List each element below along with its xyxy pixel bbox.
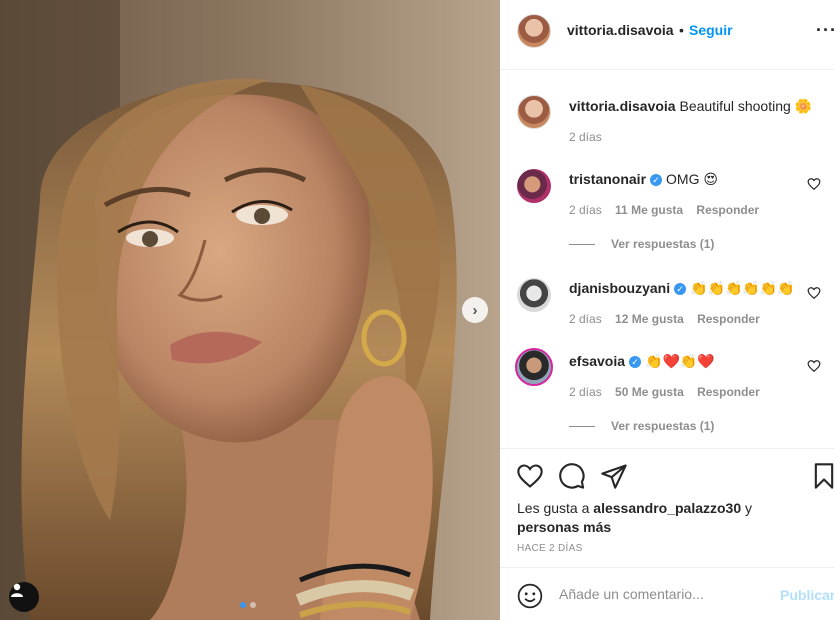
post-sidebar: vittoria.disavoia • Seguir ··· vittoria.…	[500, 0, 834, 620]
heart-icon[interactable]	[807, 177, 821, 191]
post-actions: Les gusta a alessandro_palazzo30 y perso…	[500, 448, 834, 620]
comment-likes[interactable]: 50 Me gusta	[615, 385, 684, 399]
bookmark-icon[interactable]	[810, 462, 834, 490]
view-replies-label: Ver respuestas (1)	[611, 419, 715, 433]
caption-username[interactable]: vittoria.disavoia	[569, 98, 676, 114]
emoji-icon[interactable]	[517, 583, 543, 609]
portrait-image	[0, 0, 500, 620]
reply-button[interactable]: Responder	[696, 203, 759, 217]
carousel-dot	[250, 602, 256, 608]
comment-avatar[interactable]	[515, 348, 553, 386]
heart-icon[interactable]	[807, 359, 821, 373]
user-tag-icon	[11, 583, 23, 597]
view-replies-label: Ver respuestas (1)	[611, 237, 715, 251]
comment-time[interactable]: 2 días	[569, 312, 602, 326]
more-options-icon[interactable]: ···	[816, 20, 834, 41]
header-separator: •	[679, 22, 684, 38]
chevron-right-icon: ›	[472, 301, 478, 319]
caption-time[interactable]: 2 días	[569, 130, 602, 144]
heart-icon[interactable]	[516, 462, 544, 490]
reply-button[interactable]: Responder	[697, 385, 760, 399]
comment-time[interactable]: 2 días	[569, 203, 602, 217]
post-header: vittoria.disavoia • Seguir ···	[500, 0, 834, 70]
replies-rule	[569, 425, 595, 427]
comment-username[interactable]: efsavoia	[569, 353, 625, 369]
comment-text: OMG 😍	[666, 171, 718, 187]
comment-username[interactable]: djanisbouzyani	[569, 280, 670, 296]
share-icon[interactable]	[600, 462, 628, 490]
verified-icon: ✓	[629, 356, 642, 368]
view-replies-button[interactable]: Ver respuestas (1)	[569, 237, 714, 251]
post-time[interactable]: HACE 2 DÍAS	[517, 543, 583, 554]
comment-text: 👏👏👏👏👏👏	[690, 280, 795, 296]
author-username[interactable]: vittoria.disavoia	[567, 22, 674, 38]
comment-avatar[interactable]	[517, 278, 551, 312]
likes-user[interactable]: alessandro_palazzo30	[593, 500, 741, 516]
verified-icon: ✓	[650, 174, 663, 186]
next-photo-button[interactable]: ›	[462, 297, 488, 323]
comment-icon[interactable]	[558, 462, 586, 490]
post-photo[interactable]: ›	[0, 0, 500, 620]
publish-button[interactable]: Publicar	[780, 587, 834, 603]
comment-avatar[interactable]	[517, 169, 551, 203]
author-avatar[interactable]	[517, 14, 551, 48]
caption-avatar[interactable]	[517, 95, 551, 129]
comment-text: 👏❤️👏❤️	[645, 353, 715, 369]
comment-username[interactable]: tristanonair	[569, 171, 646, 187]
tagged-users-button[interactable]	[9, 582, 39, 612]
caption-text: Beautiful shooting 🌼	[679, 98, 813, 114]
view-replies-button[interactable]: Ver respuestas (1)	[569, 419, 714, 433]
likes-others[interactable]: personas más	[517, 519, 611, 535]
follow-button[interactable]: Seguir	[689, 22, 733, 38]
carousel-indicator	[240, 602, 256, 608]
heart-icon[interactable]	[807, 286, 821, 300]
carousel-dot-active	[240, 602, 246, 608]
replies-rule	[569, 243, 595, 245]
reply-button[interactable]: Responder	[697, 312, 760, 326]
likes-prefix: Les gusta a	[517, 500, 590, 516]
comment-likes[interactable]: 12 Me gusta	[615, 312, 684, 326]
add-comment-bar: Publicar	[500, 567, 834, 620]
likes-summary: Les gusta a alessandro_palazzo30 y perso…	[517, 499, 807, 537]
comment-time[interactable]: 2 días	[569, 385, 602, 399]
comment-input[interactable]	[559, 586, 769, 602]
verified-icon: ✓	[674, 283, 687, 295]
likes-conj: y	[745, 500, 753, 516]
comment-likes[interactable]: 11 Me gusta	[615, 203, 683, 217]
